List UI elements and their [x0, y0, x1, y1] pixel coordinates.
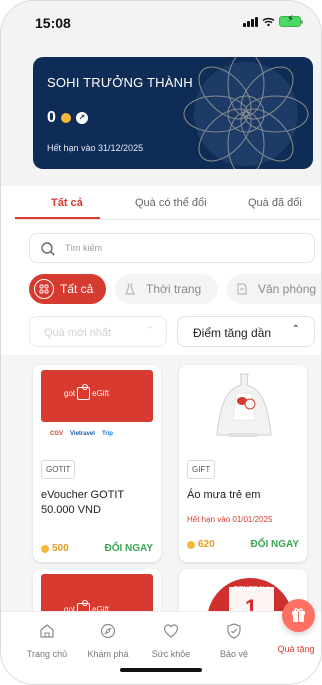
coin-icon: [187, 541, 195, 549]
product-card[interactable]: GIFT Áo mưa trẻ em Hết hạn vào 01/01/202…: [179, 365, 307, 562]
chevron-up-down-icon: ⌃: [146, 325, 154, 335]
home-indicator: [120, 668, 202, 672]
member-card[interactable]: SOHI TRƯỞNG THÀNH 0 ↗ Hết hạn vào 31/12/…: [33, 57, 313, 169]
gift-fab-button[interactable]: [282, 599, 315, 632]
nav-item-explore[interactable]: Khám phá: [77, 622, 139, 659]
nav-item-home[interactable]: Trang chủ: [16, 622, 78, 659]
shield-icon: [227, 623, 241, 639]
nav-label: Bảo vệ: [219, 649, 249, 659]
battery-icon: ⚡: [279, 14, 303, 27]
status-time: 15:08: [35, 15, 71, 31]
heart-icon: [163, 624, 179, 638]
tab-redeemable[interactable]: Quà có thể đổi: [135, 197, 207, 209]
redeem-button[interactable]: ĐỔI NGAY: [104, 543, 153, 554]
price-row: 620 ĐỔI NGAY: [187, 537, 299, 555]
search-input[interactable]: Tìm kiếm: [29, 233, 315, 263]
chevron-up-icon: ⌃: [291, 324, 300, 335]
product-name: Áo mưa trẻ em: [187, 489, 261, 501]
search-icon: [41, 242, 55, 256]
coin-icon: [41, 545, 49, 553]
dress-icon: [120, 279, 140, 299]
points-sort-label: Điểm tăng dần: [193, 326, 272, 340]
category-chip-label: Văn phòng: [258, 282, 317, 296]
points-display: 0 ↗: [47, 109, 88, 127]
arrow-up-right-icon[interactable]: ↗: [75, 112, 88, 124]
points-sort-select[interactable]: Điểm tăng dần ⌃: [177, 316, 315, 347]
nav-label: Trang chủ: [26, 649, 68, 659]
category-chip-label: Tất cả: [60, 282, 94, 296]
paper-icon: [232, 279, 252, 299]
gift-box-icon: [77, 384, 91, 400]
product-tag: GIFT: [187, 460, 216, 479]
price-row: 500 ĐỔI NGAY: [41, 541, 153, 559]
points-value: 0: [47, 109, 56, 126]
signal-icon: [243, 16, 258, 27]
gotit-banner: got eGift: [41, 370, 153, 422]
product-expiry: Hết hạn vào 01/01/2025: [187, 515, 273, 524]
bottom-navigation: Trang chủ Khám phá Sức khỏe Bảo vệ Quà t…: [1, 611, 321, 684]
wifi-icon: [262, 17, 275, 26]
gift-icon: [292, 608, 305, 622]
newest-filter-label: Quà mới nhất: [44, 327, 112, 339]
redeem-button[interactable]: ĐỔI NGAY: [250, 539, 299, 550]
status-icons: ⚡: [243, 14, 303, 27]
phone-screen: 15:08 ⚡ SOHI TRƯỞNG THÀNH 0 ↗ Hết hạn và…: [0, 0, 322, 685]
product-tag: GOTIT: [41, 460, 76, 479]
nav-label: Khám phá: [87, 649, 129, 659]
member-tier-title: SOHI TRƯỞNG THÀNH: [47, 75, 193, 90]
product-card[interactable]: got eGift CGV Vietravel Trip GOTIT eVouc…: [33, 365, 161, 562]
grid-icon: [34, 279, 54, 299]
price-points: 500: [52, 543, 69, 554]
nav-item-health[interactable]: Sức khỏe: [140, 622, 202, 659]
tab-redeemed[interactable]: Quà đã đổi: [248, 197, 302, 209]
category-chip-label: Thời trang: [146, 282, 202, 296]
category-chip-office[interactable]: Văn phòng: [227, 274, 321, 304]
flower-pattern-icon: [183, 57, 309, 169]
category-chip-fashion[interactable]: Thời trang: [115, 274, 218, 304]
search-placeholder: Tìm kiếm: [65, 243, 102, 253]
gift-tabs: Tất cả Quà có thể đổi Quà đã đổi: [15, 188, 321, 220]
status-bar: 15:08 ⚡: [1, 1, 321, 43]
tab-all[interactable]: Tất cả: [51, 197, 83, 209]
newest-filter-select[interactable]: Quà mới nhất ⌃: [29, 316, 167, 347]
compass-icon: [100, 623, 116, 639]
gotit-logo: got eGift: [64, 384, 110, 400]
home-icon: [40, 624, 54, 638]
card-expiry: Hết hạn vào 31/12/2025: [47, 143, 144, 153]
category-chips: Tất cả Thời trang Văn phòng: [29, 274, 321, 306]
category-chip-all[interactable]: Tất cả: [29, 274, 106, 304]
price-points: 620: [198, 539, 215, 550]
active-tab-indicator: [15, 217, 100, 219]
brand-logos: CGV Vietravel Trip: [50, 431, 113, 437]
coin-icon: [60, 113, 71, 123]
svg-text:GENERALI: GENERALI: [233, 586, 268, 593]
nav-item-protection[interactable]: Bảo vệ: [203, 622, 265, 659]
raincoat-image: [216, 373, 272, 437]
nav-label: Quà tặng: [277, 644, 315, 654]
product-name: eVoucher GOTIT 50.000 VND: [41, 489, 124, 516]
nav-label: Sức khỏe: [151, 649, 191, 659]
